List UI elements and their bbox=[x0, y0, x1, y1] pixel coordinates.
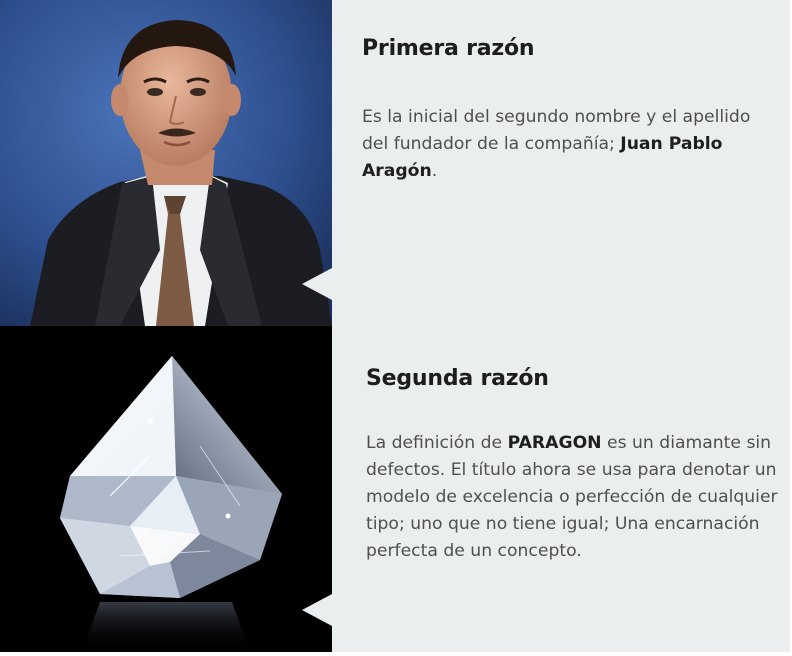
second-reason-title: Segunda razón bbox=[366, 366, 549, 391]
pointer-notch bbox=[302, 268, 332, 300]
first-reason-text-end: . bbox=[431, 161, 438, 181]
pointer-notch bbox=[302, 594, 332, 626]
second-reason-text: La definición de PARAGON es un diamante … bbox=[366, 430, 778, 565]
diamond-image bbox=[0, 326, 332, 652]
brand-name: PARAGON bbox=[507, 433, 602, 453]
page: Primera razón Es la inicial del segundo … bbox=[0, 0, 792, 656]
first-reason-text: Es la inicial del segundo nombre y el ap… bbox=[362, 104, 772, 185]
first-reason-section: Primera razón Es la inicial del segundo … bbox=[0, 0, 790, 326]
founder-portrait-image bbox=[0, 0, 332, 326]
second-reason-text-start: La definición de bbox=[366, 433, 508, 453]
first-reason-title: Primera razón bbox=[362, 36, 535, 61]
second-reason-section: Segunda razón La definición de PARAGON e… bbox=[0, 326, 790, 652]
